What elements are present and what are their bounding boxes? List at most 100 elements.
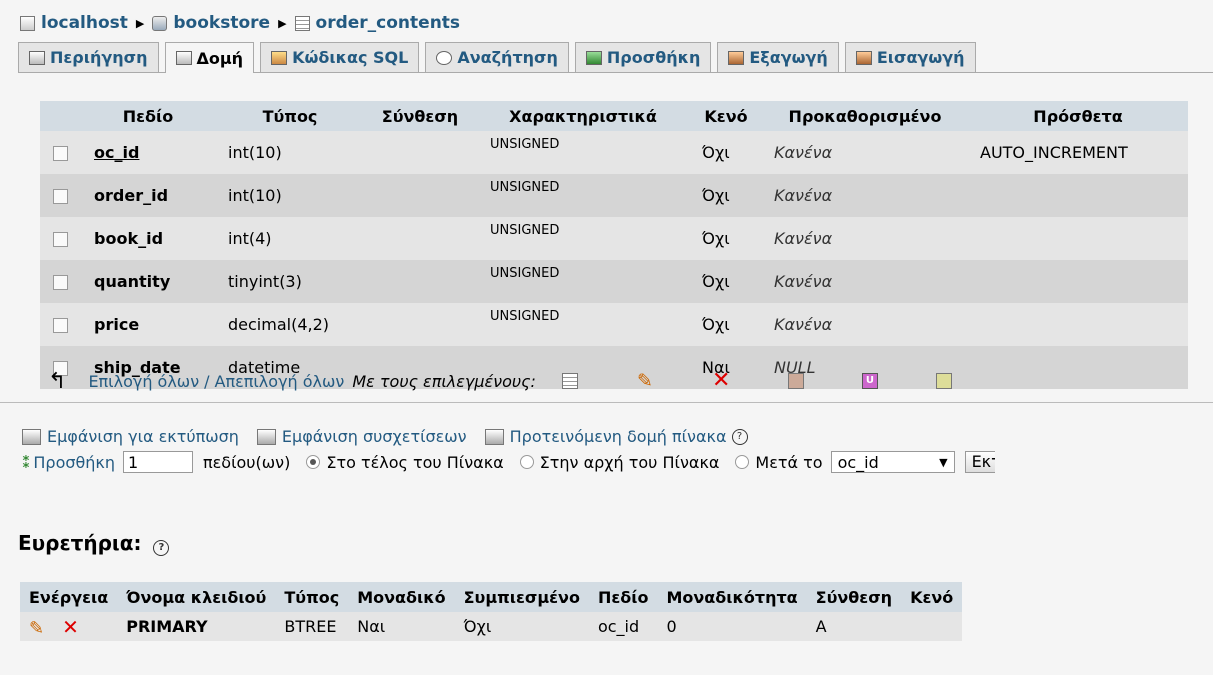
delete-icon[interactable]: ✕ <box>62 615 79 639</box>
field-collation <box>364 260 476 303</box>
index-unique: Ναι <box>348 612 455 641</box>
header-key-name: Όνομα κλειδιού <box>117 582 276 612</box>
header-default: Προκαθορισμένο <box>762 101 968 131</box>
header-attributes: Χαρακτηριστικά <box>476 101 690 131</box>
tab-import[interactable]: Εισαγωγή <box>844 42 976 72</box>
index-cardinality: 0 <box>657 612 807 641</box>
propose-structure-link[interactable]: Προτεινόμενη δομή πίνακα <box>510 427 727 446</box>
browse-icon <box>29 50 45 65</box>
field-type: int(4) <box>216 217 364 260</box>
field-type: decimal(4,2) <box>216 303 364 346</box>
tab-structure[interactable]: Δομή <box>164 42 255 73</box>
index-type: BTREE <box>275 612 349 641</box>
header-field: Πεδίο <box>588 582 658 612</box>
row-checkbox[interactable] <box>52 189 68 204</box>
field-extra <box>968 303 1188 346</box>
index-icon[interactable] <box>935 373 952 389</box>
field-collation <box>364 174 476 217</box>
divider <box>0 402 1213 403</box>
field-null: Όχι <box>690 303 762 346</box>
tab-label: Δομή <box>196 48 244 68</box>
table-row: order_id int(10) UNSIGNED Όχι Κανένα <box>40 174 1188 217</box>
header-unique: Μοναδικό <box>348 582 455 612</box>
at-beginning-radio[interactable] <box>519 455 534 469</box>
breadcrumb: localhost ▶ bookstore ▶ order_contents <box>20 8 460 38</box>
table-row: quantity tinyint(3) UNSIGNED Όχι Κανένα <box>40 260 1188 303</box>
go-button[interactable]: Εκτέλεση <box>964 451 995 473</box>
insert-icon <box>585 50 602 65</box>
table-row: book_id int(4) UNSIGNED Όχι Κανένα <box>40 217 1188 260</box>
field-default: Κανένα <box>762 217 968 260</box>
field-null: Όχι <box>690 174 762 217</box>
field-attributes: UNSIGNED <box>476 303 690 346</box>
header-null: Κενό <box>901 582 963 612</box>
row-checkbox[interactable] <box>52 146 68 161</box>
field-collation <box>364 217 476 260</box>
header-type: Τύπος <box>216 101 364 131</box>
fields-label: πεδίου(ων) <box>203 452 291 472</box>
field-name: book_id <box>80 217 216 260</box>
relation-view-link[interactable]: Εμφάνιση συσχετίσεων <box>282 427 467 446</box>
indexes-heading: Ευρετήρια: ? <box>18 531 170 556</box>
primary-key-icon[interactable] <box>787 373 804 389</box>
table-header-row: Πεδίο Τύπος Σύνθεση Χαρακτηριστικά Κενό … <box>40 101 1188 131</box>
tab-sql[interactable]: Κώδικας SQL <box>260 42 420 72</box>
index-field: oc_id <box>588 612 658 641</box>
indexes-table: Ενέργεια Όνομα κλειδιού Τύπος Μοναδικό Σ… <box>20 582 963 641</box>
row-checkbox[interactable] <box>52 232 68 247</box>
header-packed: Συμπιεσμένο <box>454 582 589 612</box>
delete-icon[interactable]: ✕ <box>712 370 730 392</box>
help-icon[interactable]: ? <box>731 428 748 445</box>
field-extra <box>968 260 1188 303</box>
breadcrumb-table[interactable]: order_contents <box>316 13 461 33</box>
table-icon <box>294 15 310 31</box>
after-radio[interactable] <box>735 455 750 469</box>
help-icon[interactable]: ? <box>153 540 170 556</box>
field-name: order_id <box>80 174 216 217</box>
chevron-right-icon: ▶ <box>135 16 145 30</box>
at-beginning-label: Στην αρχή του Πίνακα <box>539 452 720 472</box>
browse-icon[interactable] <box>561 373 578 389</box>
field-attributes: UNSIGNED <box>476 131 690 174</box>
check-all-link[interactable]: Επιλογή όλων <box>88 372 199 391</box>
chevron-down-icon: ▼ <box>939 455 948 469</box>
tab-export[interactable]: Εξαγωγή <box>717 42 839 72</box>
field-type: int(10) <box>216 131 364 174</box>
field-null: Όχι <box>690 217 762 260</box>
row-checkbox[interactable] <box>52 318 68 333</box>
breadcrumb-server[interactable]: localhost <box>41 13 128 33</box>
at-end-label: Στο τέλος του Πίνακα <box>326 452 504 472</box>
table-header-row: Ενέργεια Όνομα κλειδιού Τύπος Μοναδικό Σ… <box>20 582 963 612</box>
table-row: price decimal(4,2) UNSIGNED Όχι Κανένα <box>40 303 1188 346</box>
sql-icon <box>271 50 288 65</box>
tab-label: Εισαγωγή <box>876 48 965 67</box>
after-field-value: oc_id <box>837 452 879 472</box>
after-field-select[interactable]: oc_id ▼ <box>830 451 955 473</box>
tab-browse[interactable]: Περιήγηση <box>18 42 159 72</box>
field-collation <box>364 303 476 346</box>
field-type: int(10) <box>216 174 364 217</box>
index-actions: ✎ ✕ <box>20 612 118 641</box>
field-default: Κανένα <box>762 131 968 174</box>
table-links: Εμφάνιση για εκτύπωση Εμφάνιση συσχετίσε… <box>22 427 748 446</box>
pencil-icon[interactable]: ✎ <box>29 618 44 639</box>
pencil-icon[interactable]: ✎ <box>636 372 654 391</box>
table-row: oc_id int(10) UNSIGNED Όχι Κανένα AUTO_I… <box>40 131 1188 174</box>
header-cardinality: Μοναδικότητα <box>657 582 807 612</box>
unique-icon[interactable]: U <box>861 373 878 389</box>
at-end-radio[interactable] <box>306 455 321 469</box>
tab-insert[interactable]: Προσθήκη <box>574 42 712 72</box>
row-checkbox[interactable] <box>52 275 68 290</box>
header-collation: Σύνθεση <box>806 582 902 612</box>
breadcrumb-database[interactable]: bookstore <box>173 13 270 33</box>
field-null: Όχι <box>690 131 762 174</box>
print-view-link[interactable]: Εμφάνιση για εκτύπωση <box>47 427 239 446</box>
add-field-count-input[interactable] <box>123 451 193 473</box>
export-icon <box>728 50 745 65</box>
chevron-right-icon: ▶ <box>278 16 287 30</box>
tab-search[interactable]: Αναζήτηση <box>425 42 569 72</box>
import-icon <box>855 50 872 65</box>
header-type: Τύπος <box>275 582 349 612</box>
uncheck-all-link[interactable]: Απεπιλογή όλων <box>215 372 345 391</box>
add-field-row: ⁑ Προσθήκη πεδίου(ων) Στο τέλος του Πίνα… <box>22 450 995 474</box>
